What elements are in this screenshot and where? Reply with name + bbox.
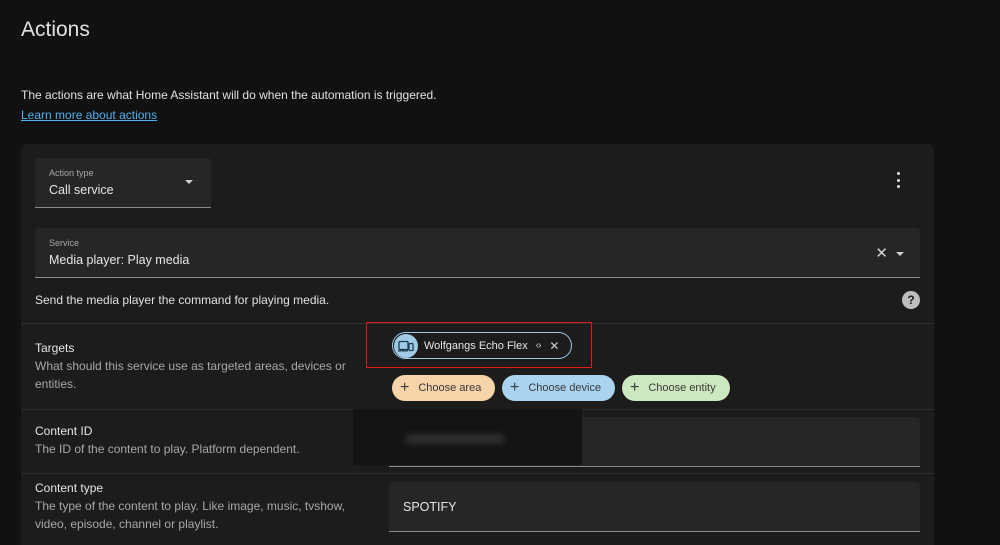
content-id-description: The ID of the content to play. Platform … (35, 442, 300, 456)
action-type-label: Action type (49, 168, 94, 178)
learn-more-link[interactable]: Learn more about actions (21, 108, 157, 122)
divider (21, 473, 934, 474)
content-type-description: The type of the content to play. Like im… (35, 499, 345, 531)
plus-icon: + (400, 379, 410, 396)
choose-entity-label: Choose entity (648, 382, 716, 394)
choose-area-button[interactable]: + Choose area (392, 375, 495, 401)
expand-icon[interactable]: ‹› (536, 340, 542, 351)
plus-icon: + (630, 379, 640, 396)
action-card: Action type Call service Service Media p… (21, 144, 934, 545)
overflow-menu-icon[interactable] (890, 170, 906, 190)
content-type-title: Content type (35, 481, 104, 495)
targets-title: Targets (35, 341, 75, 355)
choose-area-label: Choose area (418, 382, 482, 394)
selected-device-chip[interactable]: Wolfgangs Echo Flex ‹› ✕ (392, 332, 572, 359)
page-title: Actions (21, 18, 90, 41)
targets-description: What should this service use as targeted… (35, 359, 346, 391)
service-value: Media player: Play media (49, 253, 190, 267)
selected-device-label: Wolfgangs Echo Flex (424, 339, 528, 352)
plus-icon: + (510, 379, 520, 396)
content-type-value: SPOTIFY (403, 500, 457, 514)
devices-icon (394, 333, 418, 358)
service-picker[interactable]: Service Media player: Play media ✕ (35, 228, 920, 278)
intro-text: The actions are what Home Assistant will… (21, 88, 437, 102)
clear-icon[interactable]: ✕ (875, 246, 888, 261)
chevron-down-icon[interactable] (896, 252, 904, 256)
action-type-select[interactable]: Action type Call service (35, 158, 211, 208)
redacted-text (405, 434, 505, 444)
choose-device-label: Choose device (528, 382, 602, 394)
content-type-input[interactable]: SPOTIFY (389, 482, 920, 532)
service-label: Service (49, 238, 80, 248)
close-icon[interactable]: ✕ (549, 339, 559, 353)
service-description: Send the media player the command for pl… (35, 293, 330, 307)
action-type-value: Call service (49, 183, 114, 197)
help-icon[interactable]: ? (902, 291, 920, 309)
chevron-down-icon (185, 180, 193, 184)
content-id-title: Content ID (35, 424, 93, 438)
choose-device-button[interactable]: + Choose device (502, 375, 615, 401)
choose-entity-button[interactable]: + Choose entity (622, 375, 730, 401)
